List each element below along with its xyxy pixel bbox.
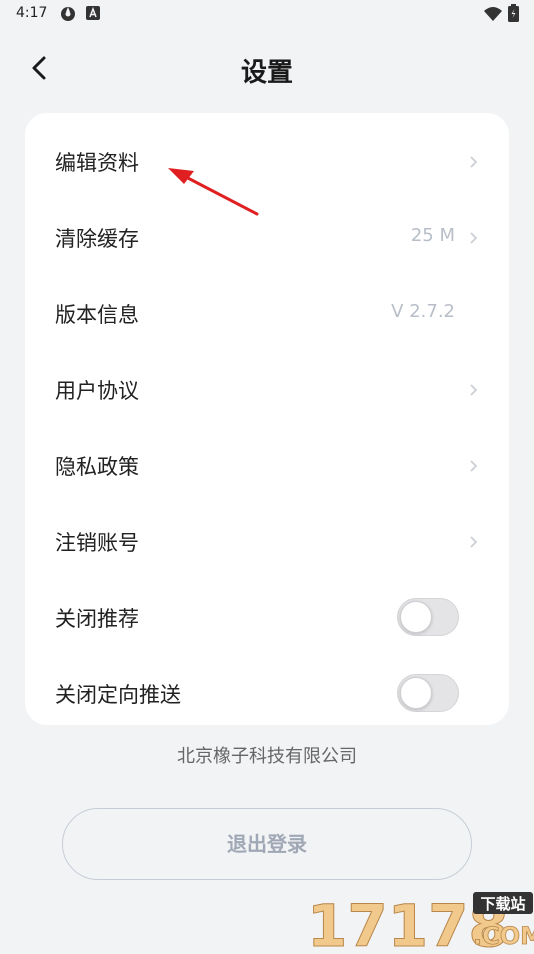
settings-row-label: 版本信息 (55, 303, 139, 327)
site-watermark: 17178 下载站 .COM (305, 888, 534, 954)
settings-row-delete-account[interactable]: 注销账号 (25, 503, 509, 579)
disable-recommend-toggle[interactable] (397, 598, 459, 636)
settings-row-label: 关闭定向推送 (55, 683, 181, 707)
toggle-knob (400, 677, 432, 709)
chevron-right-icon (470, 156, 478, 168)
toggle-knob (400, 601, 432, 633)
settings-row-clear-cache[interactable]: 清除缓存 25 M (25, 199, 509, 275)
battery-icon (508, 4, 519, 26)
settings-row-user-agreement[interactable]: 用户协议 (25, 351, 509, 427)
logout-button[interactable]: 退出登录 (62, 808, 472, 880)
settings-row-disable-targeted-push: 关闭定向推送 (25, 655, 509, 731)
settings-row-version: 版本信息 V 2.7.2 (25, 275, 509, 351)
settings-row-label: 隐私政策 (55, 455, 139, 479)
version-value: V 2.7.2 (391, 301, 455, 322)
settings-row-label: 编辑资料 (55, 151, 139, 175)
page-title: 设置 (240, 58, 293, 88)
settings-row-label: 注销账号 (55, 531, 139, 555)
settings-row-label: 清除缓存 (55, 227, 139, 251)
sync-icon (60, 6, 76, 26)
header: 设置 (0, 40, 534, 96)
status-time: 4:17 (16, 5, 48, 21)
settings-card: 编辑资料 清除缓存 25 M 版本信息 V 2.7.2 用户协议 隐私政策 注销… (25, 113, 509, 725)
settings-row-privacy-policy[interactable]: 隐私政策 (25, 427, 509, 503)
settings-row-disable-recommend: 关闭推荐 (25, 579, 509, 655)
company-name: 北京橡子科技有限公司 (177, 746, 357, 767)
settings-row-label: 关闭推荐 (55, 607, 139, 631)
settings-row-edit-profile[interactable]: 编辑资料 (25, 123, 509, 199)
chevron-right-icon (470, 460, 478, 472)
chevron-right-icon (470, 384, 478, 396)
watermark-tag: 下载站 (480, 895, 525, 913)
chevron-right-icon (470, 232, 478, 244)
settings-row-label: 用户协议 (55, 379, 139, 403)
wifi-icon (484, 6, 502, 26)
disable-targeted-push-toggle[interactable] (397, 674, 459, 712)
status-bar: 4:17 (0, 0, 534, 30)
notification-a-icon (86, 6, 100, 24)
cache-size-value: 25 M (410, 225, 455, 246)
watermark-domain: .COM (473, 922, 534, 950)
chevron-right-icon (470, 536, 478, 548)
